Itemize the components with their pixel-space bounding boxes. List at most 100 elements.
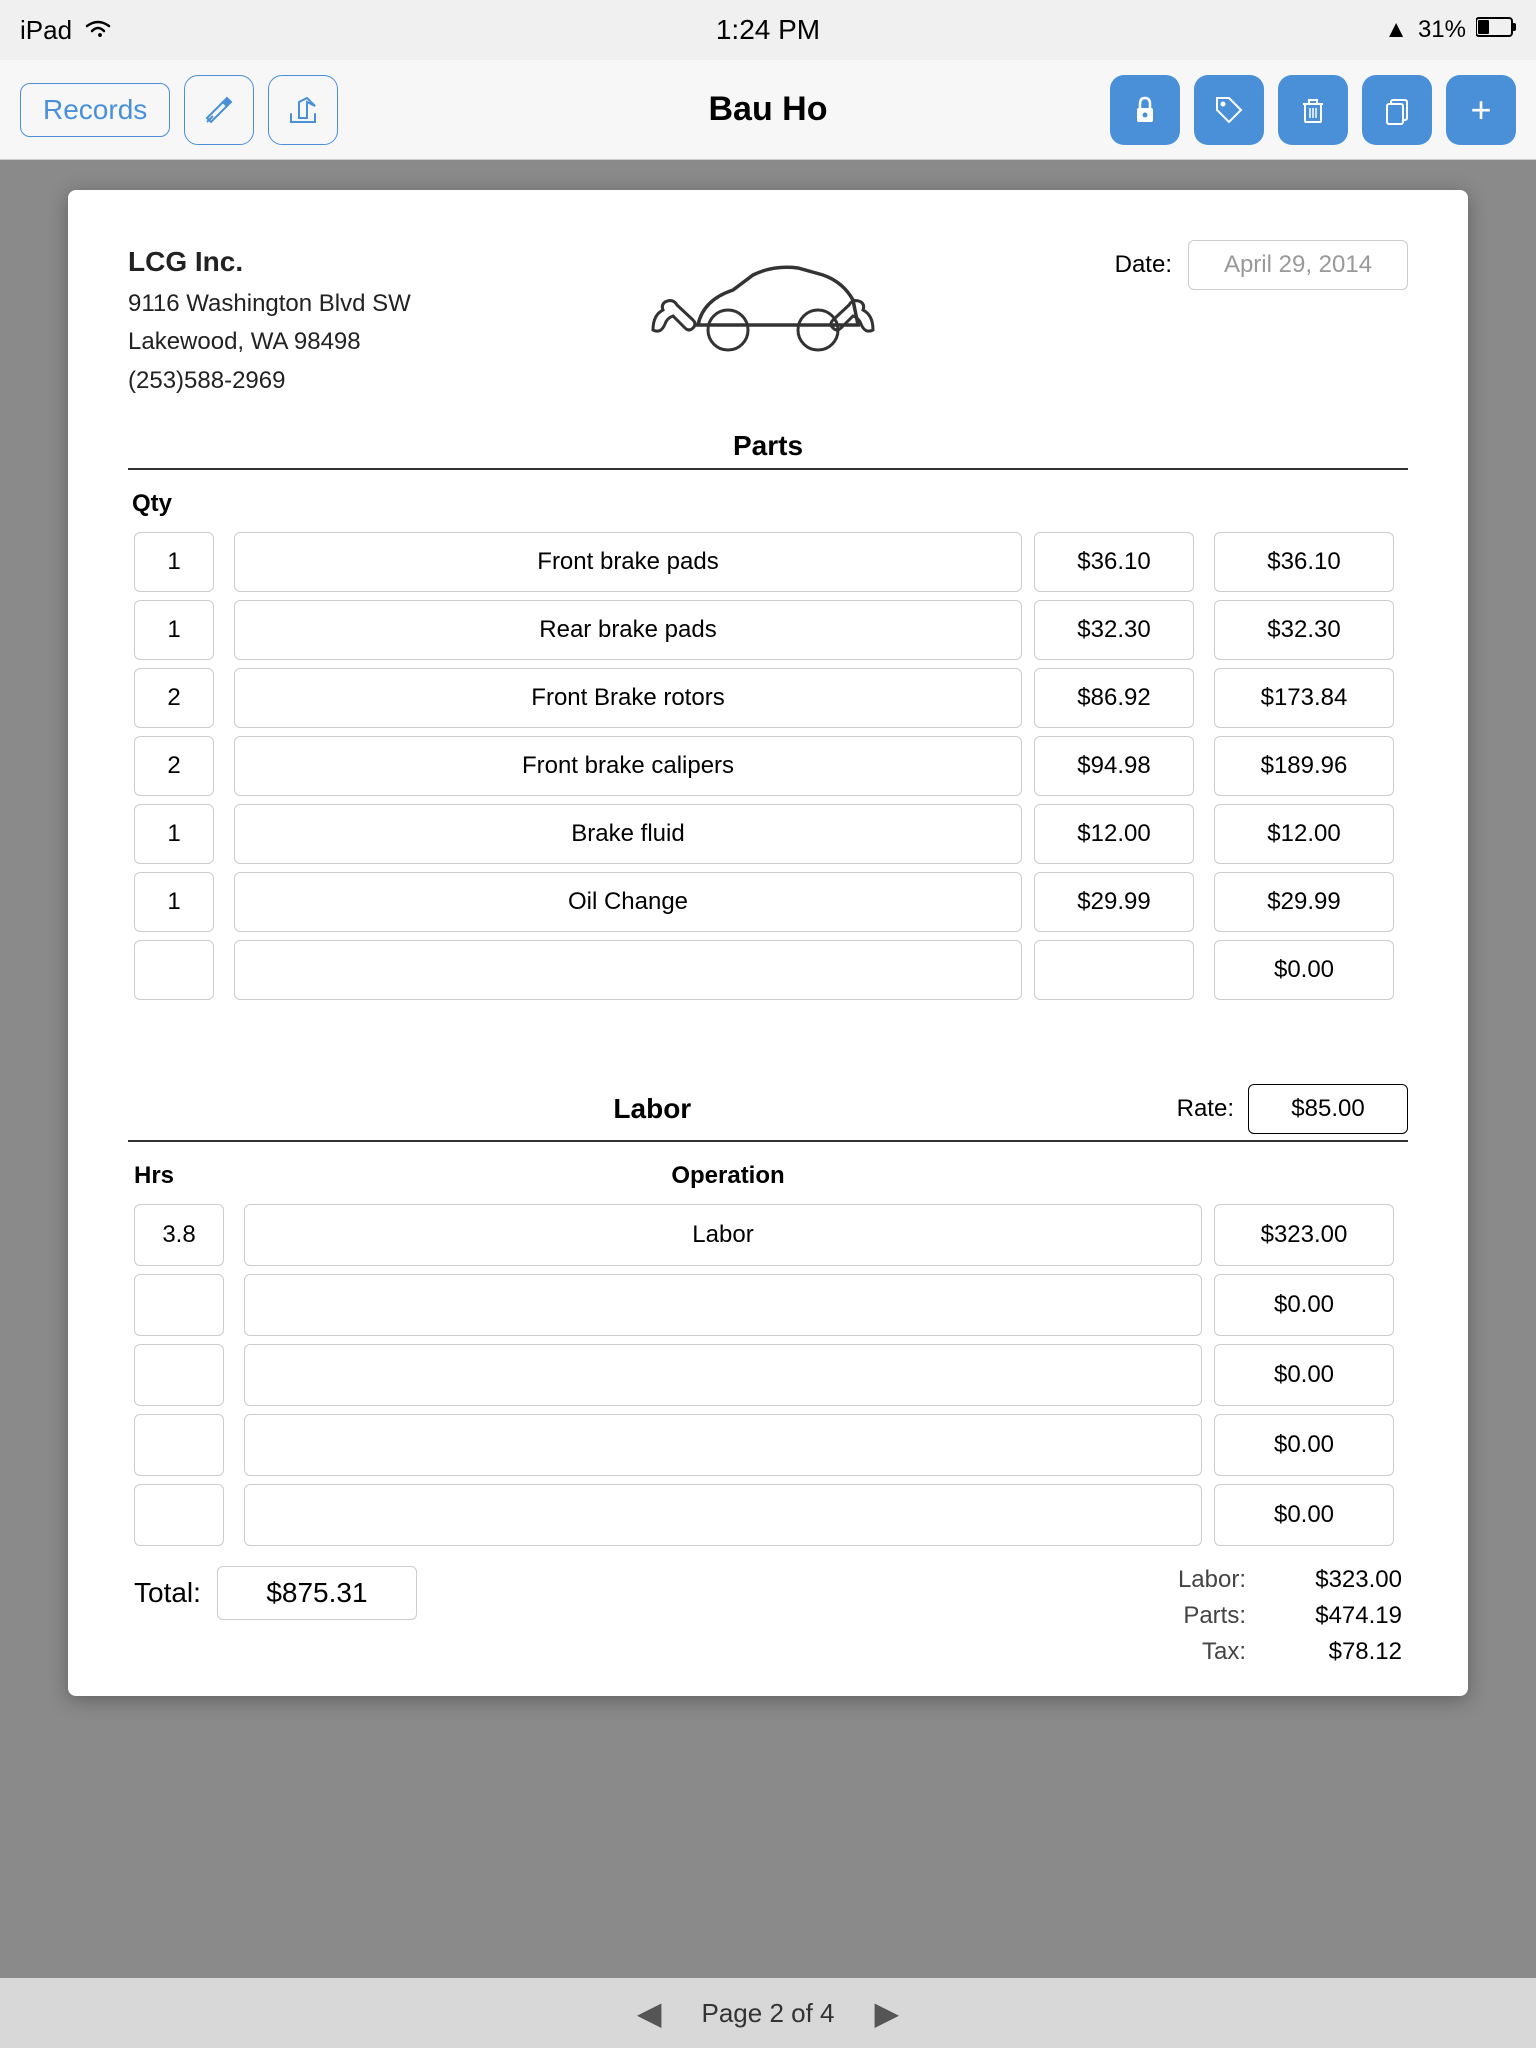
doc-header: LCG Inc. 9116 Washington Blvd SW Lakewoo…	[128, 240, 1408, 400]
parts-table-row: 2 Front brake calipers $94.98 $189.96	[128, 732, 1408, 800]
labor-op-2[interactable]	[244, 1344, 1202, 1406]
labor-total-2: $0.00	[1214, 1344, 1394, 1406]
labor-op-4[interactable]	[244, 1484, 1202, 1546]
labor-op-3[interactable]	[244, 1414, 1202, 1476]
prev-page-button[interactable]: ◀	[637, 1994, 662, 2032]
labor-title: Labor	[128, 1093, 1177, 1125]
parts-table-row: $0.00	[128, 936, 1408, 1004]
lock-button[interactable]	[1110, 75, 1180, 145]
op-header: Operation	[246, 1162, 1210, 1190]
document: LCG Inc. 9116 Washington Blvd SW Lakewoo…	[68, 190, 1468, 1696]
parts-price-0[interactable]: $36.10	[1034, 532, 1194, 592]
parts-table-row: 2 Front Brake rotors $86.92 $173.84	[128, 664, 1408, 732]
parts-qty-3[interactable]: 2	[134, 736, 214, 796]
summary-area: Total: $875.31 Labor: $323.00 Parts: $47…	[128, 1566, 1408, 1666]
parts-table-row: 1 Brake fluid $12.00 $12.00	[128, 800, 1408, 868]
parts-total-4: $12.00	[1214, 804, 1394, 864]
total-left: Total: $875.31	[134, 1566, 417, 1620]
parts-qty-6[interactable]	[134, 940, 214, 1000]
labor-hrs-2[interactable]	[134, 1344, 224, 1406]
labor-total-3: $0.00	[1214, 1414, 1394, 1476]
parts-price-1[interactable]: $32.30	[1034, 600, 1194, 660]
parts-qty-0[interactable]: 1	[134, 532, 214, 592]
parts-desc-3[interactable]: Front brake calipers	[234, 736, 1022, 796]
labor-op-0[interactable]: Labor	[244, 1204, 1202, 1266]
status-time: 1:24 PM	[716, 14, 820, 46]
parts-total-3: $189.96	[1214, 736, 1394, 796]
parts-total-0: $36.10	[1214, 532, 1394, 592]
rate-area: Rate: $85.00	[1177, 1084, 1408, 1134]
parts-title: Parts	[128, 430, 1408, 462]
labor-table: 3.8 Labor $323.00 $0.00	[128, 1200, 1408, 1550]
date-value[interactable]: April 29, 2014	[1188, 240, 1408, 290]
parts-qty-4[interactable]: 1	[134, 804, 214, 864]
toolbar-right: +	[1110, 75, 1516, 145]
company-address1: 9116 Washington Blvd SW	[128, 285, 411, 323]
parts-desc-1[interactable]: Rear brake pads	[234, 600, 1022, 660]
labor-hrs-0[interactable]: 3.8	[134, 1204, 224, 1266]
parts-qty-5[interactable]: 1	[134, 872, 214, 932]
date-area: Date: April 29, 2014	[1115, 240, 1408, 290]
parts-desc-2[interactable]: Front Brake rotors	[234, 668, 1022, 728]
status-right: ▲ 31%	[1384, 16, 1516, 45]
battery-label: 31%	[1418, 16, 1466, 44]
labor-hrs-4[interactable]	[134, 1484, 224, 1546]
parts-table: 1 Front brake pads $36.10 $36.10 1 Rear …	[128, 528, 1408, 1004]
toolbar: Records Bau Ho +	[0, 60, 1536, 160]
parts-price-4[interactable]: $12.00	[1034, 804, 1194, 864]
summary-tax-label: Tax:	[1202, 1638, 1246, 1666]
pagination: ◀ Page 2 of 4 ▶	[0, 1978, 1536, 2048]
carrier-label: iPad	[20, 15, 72, 46]
labor-table-row: $0.00	[128, 1480, 1408, 1550]
labor-hrs-1[interactable]	[134, 1274, 224, 1336]
labor-total-4: $0.00	[1214, 1484, 1394, 1546]
labor-total-1: $0.00	[1214, 1274, 1394, 1336]
summary-right: Labor: $323.00 Parts: $474.19 Tax: $78.1…	[1178, 1566, 1402, 1666]
labor-header: Labor Rate: $85.00	[128, 1084, 1408, 1134]
wifi-icon	[84, 15, 112, 46]
hrs-header: Hrs	[134, 1162, 234, 1190]
records-button[interactable]: Records	[20, 83, 170, 137]
summary-labor-label: Labor:	[1178, 1566, 1246, 1594]
summary-parts-label: Parts:	[1183, 1602, 1246, 1630]
parts-price-3[interactable]: $94.98	[1034, 736, 1194, 796]
labor-total-0: $323.00	[1214, 1204, 1394, 1266]
copy-button[interactable]	[1362, 75, 1432, 145]
company-info: LCG Inc. 9116 Washington Blvd SW Lakewoo…	[128, 240, 411, 400]
battery-icon	[1476, 16, 1516, 45]
rate-value[interactable]: $85.00	[1248, 1084, 1408, 1134]
summary-labor-row: Labor: $323.00	[1178, 1566, 1402, 1594]
parts-desc-6[interactable]	[234, 940, 1022, 1000]
labor-divider	[128, 1140, 1408, 1142]
tag-button[interactable]	[1194, 75, 1264, 145]
total-value[interactable]: $875.31	[217, 1566, 417, 1620]
parts-price-2[interactable]: $86.92	[1034, 668, 1194, 728]
labor-table-row: $0.00	[128, 1410, 1408, 1480]
company-name: LCG Inc.	[128, 240, 411, 285]
edit-button[interactable]	[184, 75, 254, 145]
parts-total-5: $29.99	[1214, 872, 1394, 932]
labor-op-1[interactable]	[244, 1274, 1202, 1336]
parts-desc-0[interactable]: Front brake pads	[234, 532, 1022, 592]
parts-desc-5[interactable]: Oil Change	[234, 872, 1022, 932]
labor-table-row: $0.00	[128, 1340, 1408, 1410]
status-bar: iPad 1:24 PM ▲ 31%	[0, 0, 1536, 60]
parts-total-1: $32.30	[1214, 600, 1394, 660]
summary-tax-value: $78.12	[1262, 1638, 1402, 1666]
parts-price-6[interactable]	[1034, 940, 1194, 1000]
add-button[interactable]: +	[1446, 75, 1516, 145]
labor-table-row: $0.00	[128, 1270, 1408, 1340]
total-label: Total:	[134, 1577, 201, 1609]
parts-qty-1[interactable]: 1	[134, 600, 214, 660]
share-button[interactable]	[268, 75, 338, 145]
summary-parts-row: Parts: $474.19	[1183, 1602, 1402, 1630]
parts-qty-2[interactable]: 2	[134, 668, 214, 728]
parts-price-5[interactable]: $29.99	[1034, 872, 1194, 932]
company-phone: (253)588-2969	[128, 362, 411, 400]
car-logo	[411, 240, 1115, 360]
labor-hrs-3[interactable]	[134, 1414, 224, 1476]
parts-desc-4[interactable]: Brake fluid	[234, 804, 1022, 864]
next-page-button[interactable]: ▶	[875, 1994, 900, 2032]
summary-labor-value: $323.00	[1262, 1566, 1402, 1594]
trash-button[interactable]	[1278, 75, 1348, 145]
